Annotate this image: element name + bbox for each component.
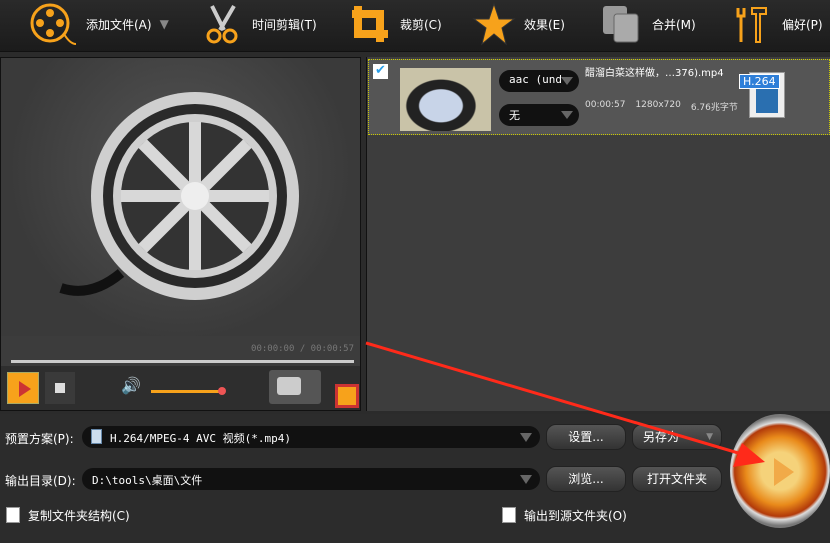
toolbar: 添加文件(A) ▼ 时间剪辑(T) 裁剪(C) 效果(E) 合并(M) 偏好(P… (0, 0, 830, 52)
preset-value: H.264/MPEG-4 AVC 视频(*.mp4) (110, 432, 291, 445)
trim-label: 时间剪辑(T) (252, 17, 317, 32)
file-list-panel: ✔ aac (und 无 醋溜白菜这样做，…376).mp4 00:00:57 … (366, 57, 830, 411)
time-display: 00:00:00 / 00:00:57 (251, 344, 354, 354)
volume-slider[interactable] (151, 387, 226, 395)
file-resolution: 1280x720 (635, 100, 681, 110)
video-preview (1, 58, 360, 336)
video-file-icon (91, 429, 102, 444)
star-icon (472, 2, 516, 46)
add-file-label: 添加文件(A) (86, 17, 152, 32)
crop-button[interactable]: 裁剪(C) (348, 0, 442, 48)
crop-label: 裁剪(C) (400, 17, 442, 32)
output-dir-value: D:\tools\桌面\文件 (92, 474, 203, 487)
trim-button[interactable]: 时间剪辑(T) (200, 0, 317, 48)
stop-button[interactable] (45, 372, 75, 404)
play-icon (774, 458, 794, 486)
effect-label: 效果(E) (524, 17, 565, 32)
add-file-button[interactable]: 添加文件(A) ▼ (26, 0, 169, 48)
subtitle-value: 无 (509, 109, 520, 122)
stop-icon (55, 383, 65, 393)
output-settings: 预置方案(P): H.264/MPEG-4 AVC 视频(*.mp4) 设置..… (0, 414, 830, 543)
crop-icon (352, 6, 388, 42)
codec-badge: H.264 (739, 74, 780, 89)
play-button[interactable] (7, 372, 39, 404)
chevron-down-icon (520, 475, 532, 484)
chevron-down-icon (561, 111, 573, 119)
preferences-button[interactable]: 偏好(P) (730, 0, 823, 48)
volume-icon[interactable]: 🔊 (121, 376, 141, 395)
preset-dropdown[interactable]: H.264/MPEG-4 AVC 视频(*.mp4) (82, 426, 540, 448)
film-reel-logo (59, 92, 299, 300)
merge-label: 合并(M) (652, 17, 696, 32)
output-dir-label: 输出目录(D): (5, 474, 76, 488)
player-controls: 🔊 (1, 366, 360, 410)
chevron-down-icon[interactable]: ▼ (160, 17, 169, 31)
settings-button[interactable]: 设置... (546, 424, 626, 450)
file-name: 醋溜白菜这样做，…376).mp4 (585, 68, 724, 79)
preferences-label: 偏好(P) (782, 17, 823, 32)
file-info: 00:00:57 1280x720 6.76兆字节 (585, 100, 738, 113)
file-checkbox[interactable]: ✔ (373, 64, 388, 79)
chevron-down-icon (520, 433, 532, 442)
film-reel-icon (30, 3, 77, 45)
preview-panel: 00:00:00 / 00:00:57 🔊 (0, 57, 361, 411)
tools-icon (736, 7, 767, 43)
copy-structure-label: 复制文件夹结构(C) (28, 509, 130, 523)
play-icon (19, 381, 31, 397)
copy-structure-checkbox[interactable] (6, 507, 20, 523)
save-as-button[interactable]: 另存为 ▼ (632, 424, 722, 450)
file-duration: 00:00:57 (585, 100, 626, 110)
fullscreen-button[interactable] (335, 384, 359, 408)
open-folder-button[interactable]: 打开文件夹 (632, 466, 722, 492)
merge-icon (603, 6, 639, 43)
file-size: 6.76兆字节 (690, 103, 738, 113)
output-dir-dropdown[interactable]: D:\tools\桌面\文件 (82, 468, 540, 490)
video-thumbnail (400, 68, 491, 131)
subtitle-dropdown[interactable]: 无 (499, 104, 579, 126)
effect-button[interactable]: 效果(E) (472, 0, 565, 48)
output-to-source-checkbox[interactable] (502, 507, 516, 523)
file-list-item[interactable]: ✔ aac (und 无 醋溜白菜这样做，…376).mp4 00:00:57 … (368, 59, 830, 135)
camera-icon (277, 377, 301, 395)
convert-button[interactable] (730, 414, 830, 528)
chevron-down-icon: ▼ (706, 432, 713, 442)
audio-track-value: aac (und (509, 73, 562, 86)
chevron-down-icon (561, 77, 573, 85)
seek-bar[interactable] (11, 360, 354, 363)
browse-button[interactable]: 浏览... (546, 466, 626, 492)
merge-button[interactable]: 合并(M) (600, 0, 696, 48)
preset-label: 预置方案(P): (5, 432, 74, 446)
scissors-icon (206, 4, 238, 44)
output-to-source-label: 输出到源文件夹(O) (524, 509, 627, 523)
save-as-label: 另存为 (643, 430, 680, 444)
audio-track-dropdown[interactable]: aac (und (499, 70, 579, 92)
snapshot-button[interactable] (269, 370, 321, 404)
